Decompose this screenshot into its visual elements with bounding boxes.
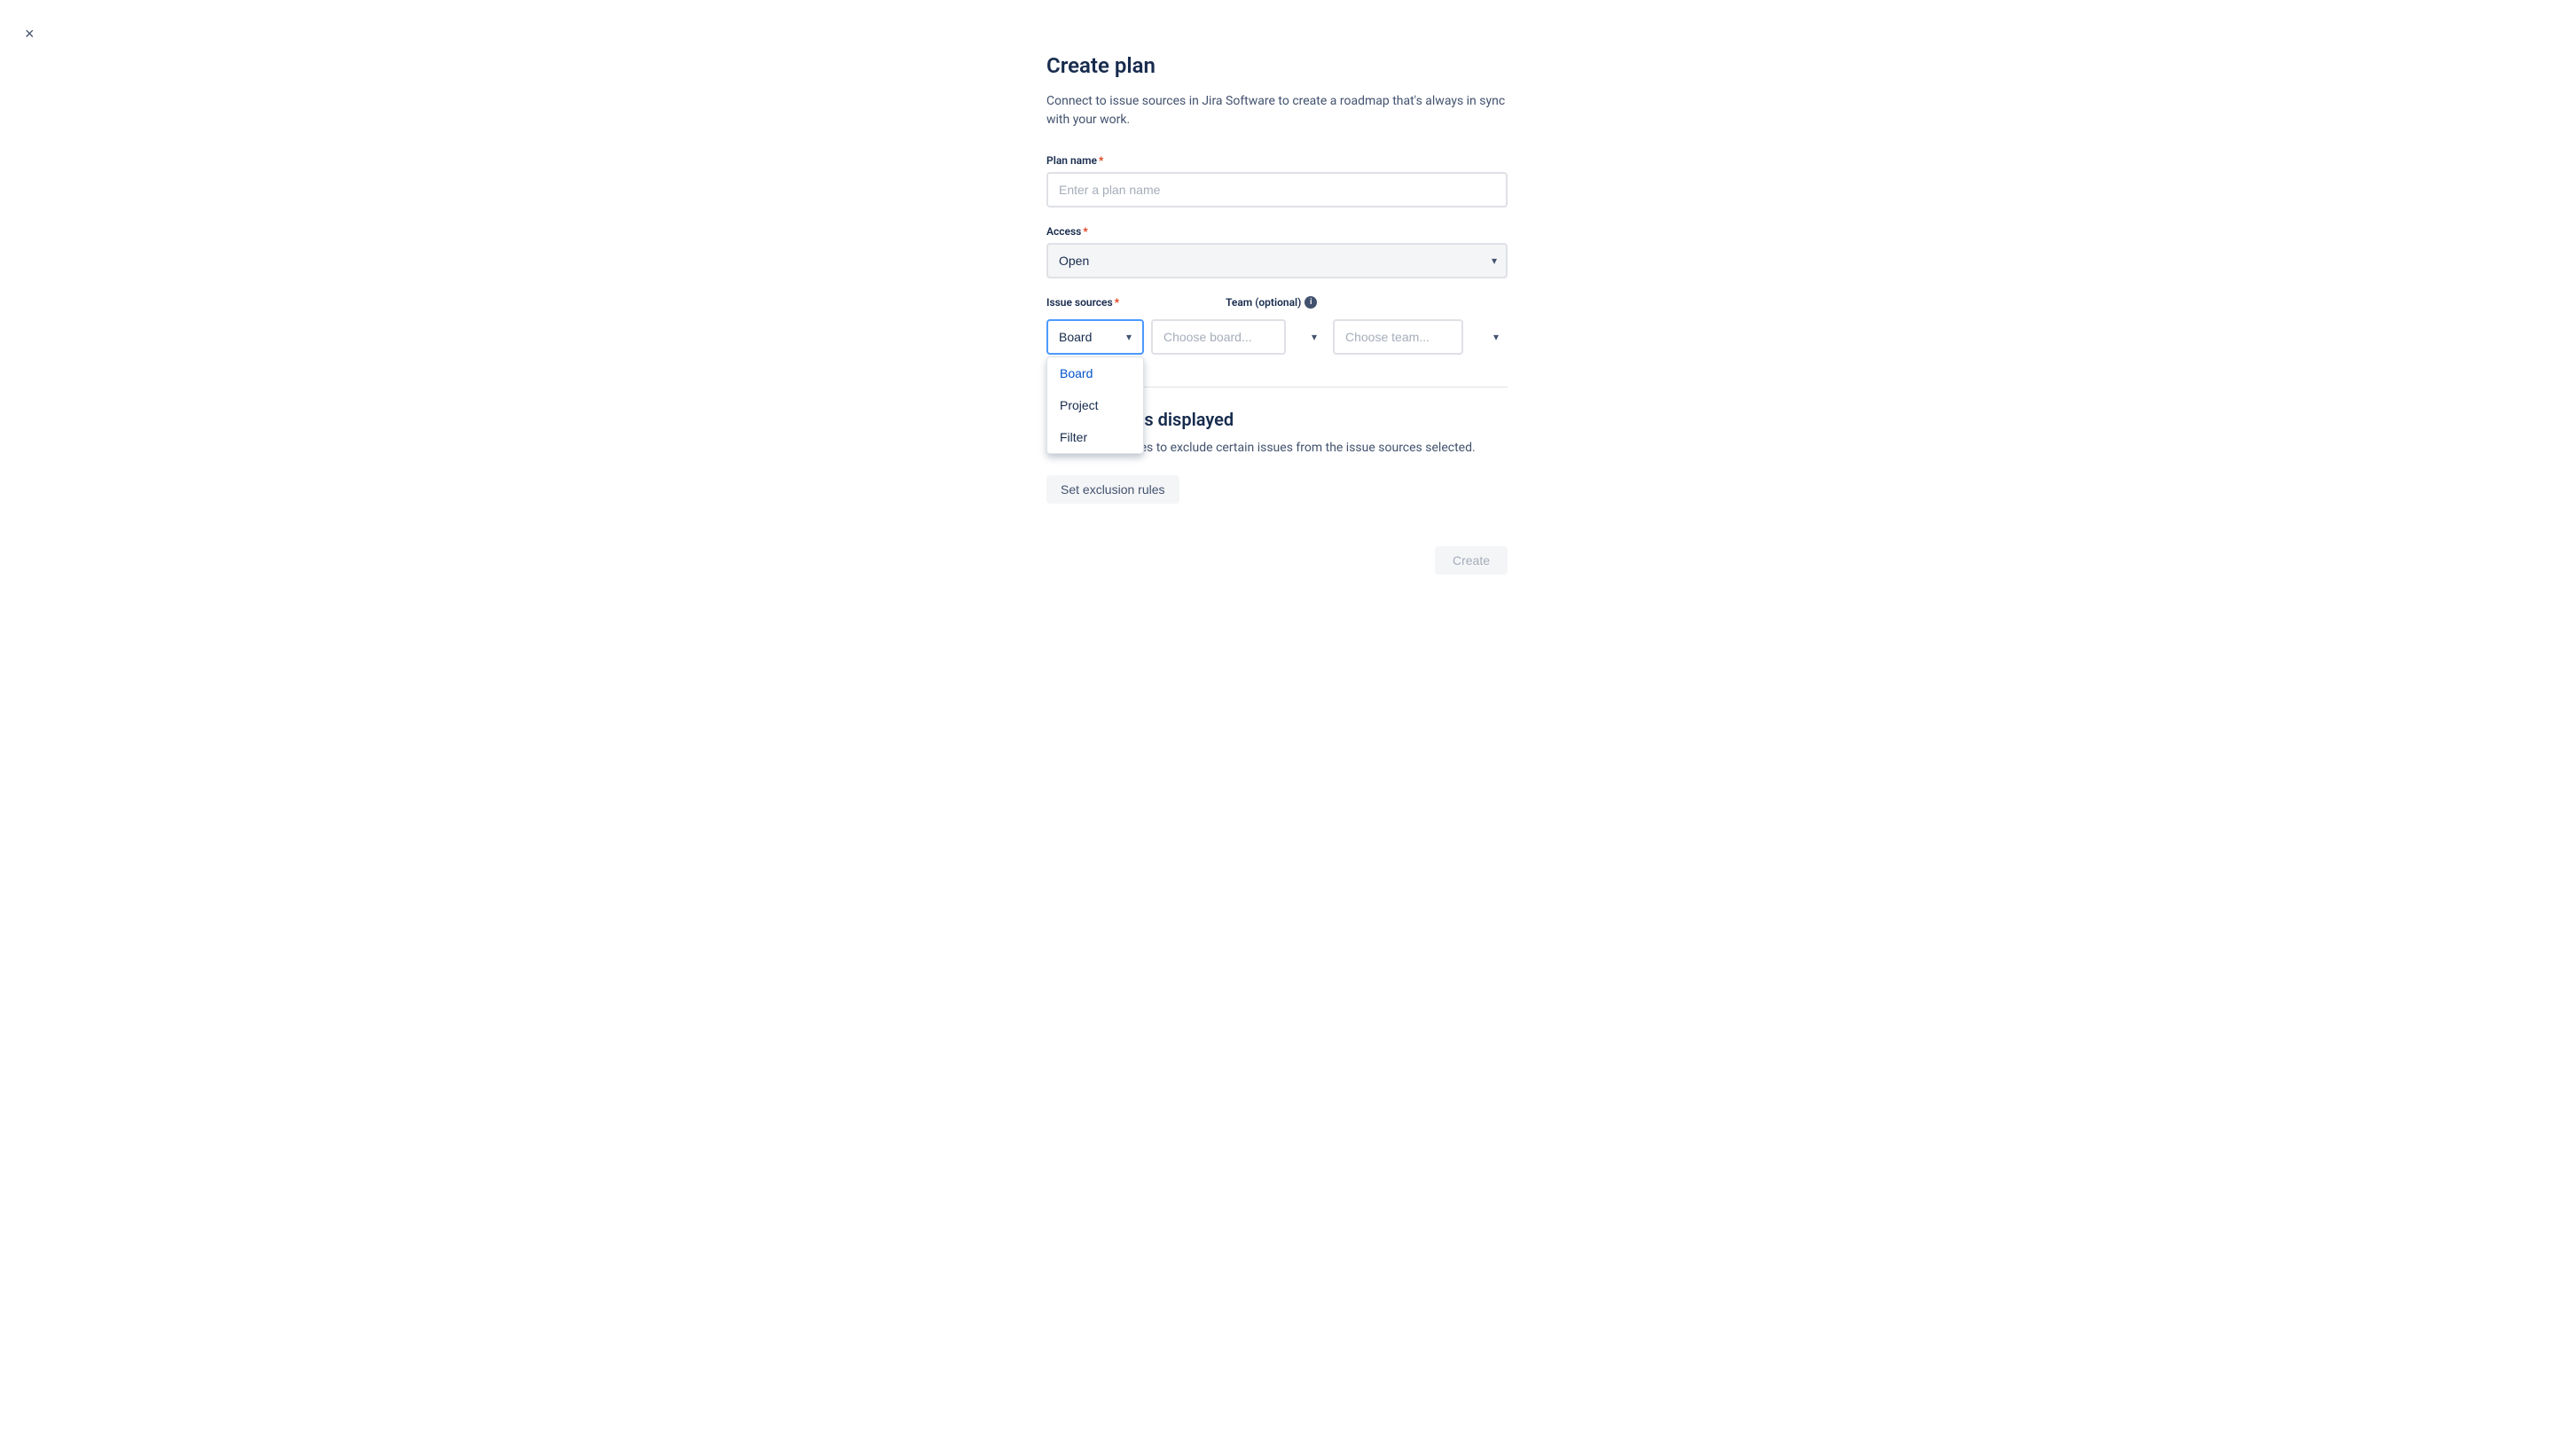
plan-name-label: Plan name* (1046, 154, 1508, 167)
required-star-sources: * (1115, 296, 1119, 309)
choose-board-wrapper: Choose board... ▾ (1151, 319, 1326, 355)
access-select-wrapper: Open Private Full access ▾ (1046, 243, 1508, 278)
access-label: Access* (1046, 225, 1508, 238)
team-label: Team (optional) i (1226, 296, 1317, 309)
source-type-button[interactable]: Board ▾ (1046, 319, 1144, 355)
dropdown-item-project[interactable]: Project (1047, 389, 1143, 421)
source-type-dropdown: Board Project Filter (1046, 356, 1144, 454)
source-type-chevron-icon: ▾ (1126, 331, 1132, 343)
create-button[interactable]: Create (1435, 546, 1508, 575)
page-title: Create plan (1046, 53, 1508, 78)
team-chevron-icon: ▾ (1493, 331, 1499, 343)
access-group: Access* Open Private Full access ▾ (1046, 225, 1508, 278)
choose-team-wrapper: Choose team... ▾ (1333, 319, 1508, 355)
source-type-label: Board (1059, 330, 1092, 344)
close-button[interactable]: × (21, 21, 38, 47)
form-container: Create plan Connect to issue sources in … (1046, 53, 1508, 575)
form-footer: Create (1046, 532, 1508, 575)
plan-name-input[interactable] (1046, 172, 1508, 207)
choose-board-select[interactable]: Choose board... (1151, 319, 1286, 355)
close-icon: × (25, 25, 35, 43)
required-star: * (1099, 154, 1103, 167)
choose-team-select[interactable]: Choose team... (1333, 319, 1463, 355)
issue-sources-label: Issue sources* (1046, 296, 1119, 314)
page-container: Create plan Connect to issue sources in … (0, 0, 2554, 628)
access-select[interactable]: Open Private Full access (1046, 243, 1508, 278)
dropdown-item-board[interactable]: Board (1047, 357, 1143, 389)
page-description: Connect to issue sources in Jira Softwar… (1046, 92, 1508, 129)
info-icon[interactable]: i (1304, 296, 1317, 309)
set-exclusion-rules-button[interactable]: Set exclusion rules (1046, 475, 1179, 504)
issue-sources-group: Issue sources* Team (optional) i Board ▾ (1046, 296, 1508, 355)
plan-name-group: Plan name* (1046, 154, 1508, 207)
sources-selects-row: Board ▾ Board Project Filter Choose boar… (1046, 319, 1508, 355)
board-chevron-icon: ▾ (1312, 331, 1317, 343)
required-star-access: * (1083, 225, 1087, 238)
source-type-wrapper: Board ▾ Board Project Filter (1046, 319, 1144, 355)
dropdown-item-filter[interactable]: Filter (1047, 421, 1143, 453)
